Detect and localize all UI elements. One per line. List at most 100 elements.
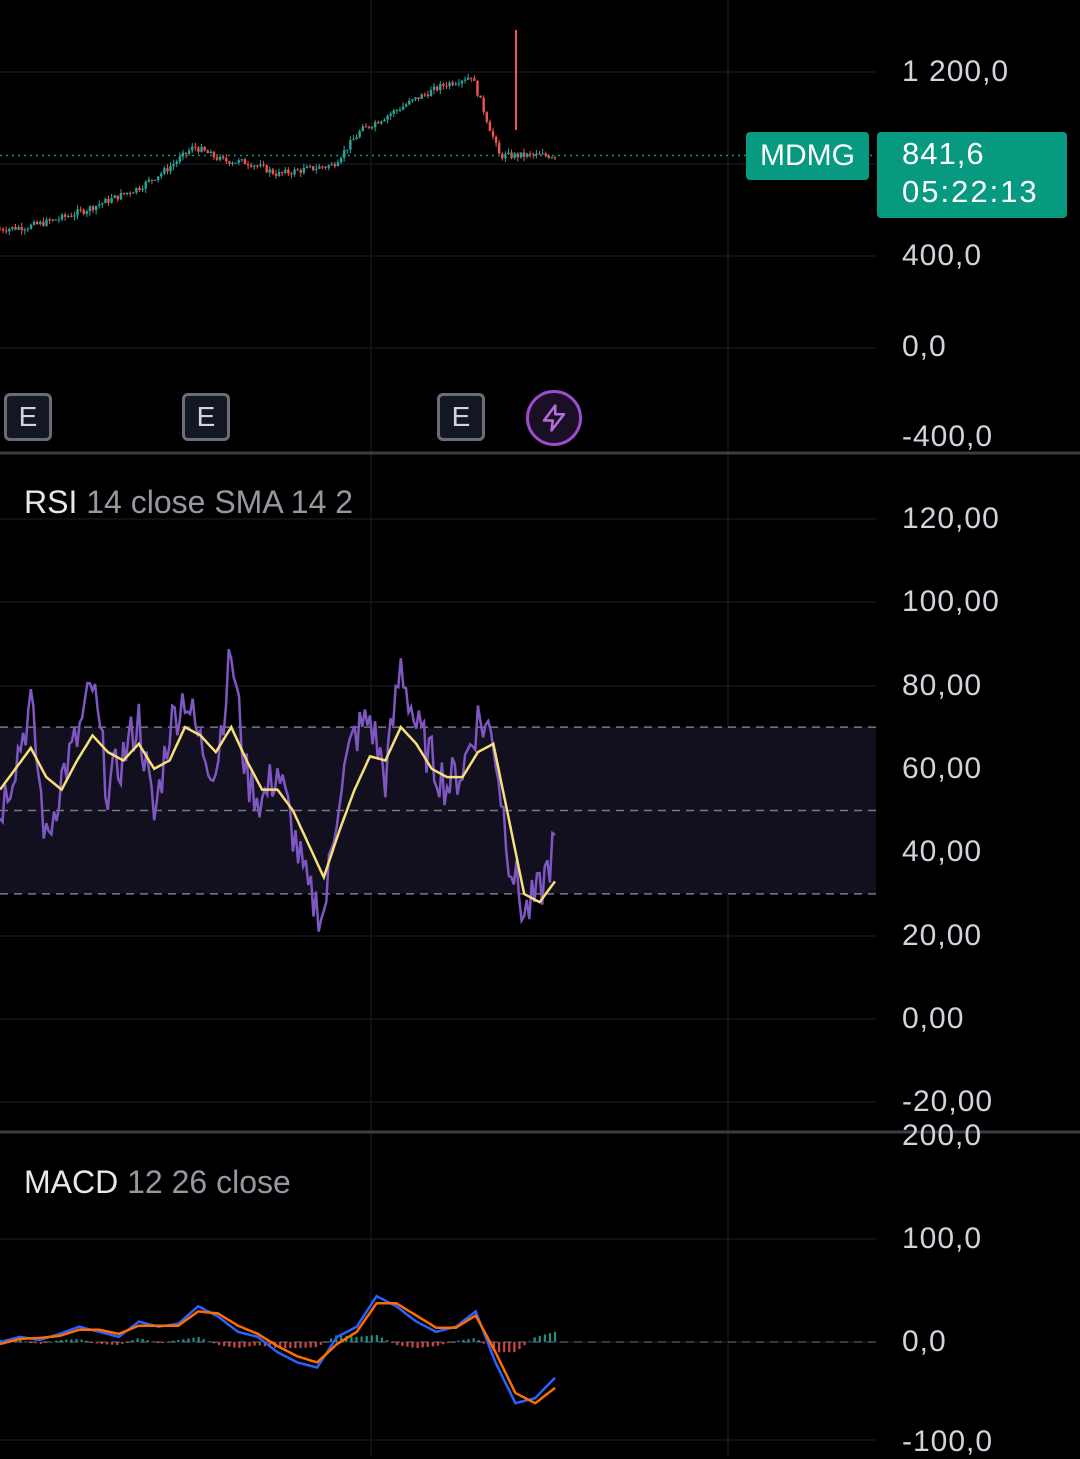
macd-histogram-bar	[172, 1340, 175, 1342]
price-axis-label: 400,0	[902, 239, 983, 272]
candle-body	[113, 195, 116, 198]
candle-body	[460, 80, 464, 84]
candle-body	[287, 169, 290, 174]
candle-body	[187, 150, 191, 154]
bolt-glyph-icon	[542, 404, 566, 432]
candle-body	[29, 224, 33, 229]
candle-body	[104, 198, 107, 204]
macd-histogram-bar	[197, 1337, 200, 1342]
candle-body	[321, 166, 324, 168]
macd-histogram-bar	[452, 1341, 455, 1343]
candle-body	[373, 122, 377, 128]
macd-histogram-bar	[29, 1342, 32, 1343]
candle-body	[377, 122, 380, 124]
macd-histogram-bar	[187, 1338, 190, 1342]
candle-body	[435, 86, 439, 91]
macd-histogram-bar	[396, 1342, 399, 1346]
macd-legend[interactable]: MACD 12 26 close	[24, 1164, 291, 1201]
macd-histogram-bar	[375, 1334, 378, 1342]
macd-histogram-bar	[401, 1342, 404, 1346]
candle-body	[1, 229, 5, 231]
macd-histogram-bar	[80, 1339, 83, 1342]
candle-body	[67, 216, 70, 218]
chart-stage[interactable]: E E E MDMG 841,6 05:22:13 1 200,0 400,0 …	[0, 0, 1080, 1458]
macd-histogram-bar	[385, 1340, 389, 1342]
macd-histogram-bar	[233, 1342, 236, 1348]
candle-body	[191, 146, 194, 151]
candle-body	[429, 89, 433, 97]
candle-body	[32, 221, 36, 225]
macd-histogram-bar	[477, 1340, 480, 1342]
candle-body	[172, 163, 175, 167]
macd-line	[0, 1294, 556, 1405]
last-price: 841,6	[902, 136, 985, 171]
candle-body	[156, 176, 160, 181]
candle-body	[333, 164, 337, 167]
candle-body	[293, 169, 296, 175]
macd-histogram-bar	[75, 1339, 78, 1342]
macd-histogram-bar	[212, 1342, 216, 1344]
candle-body	[299, 170, 302, 173]
macd-params: 12 26 close	[127, 1164, 291, 1200]
rsi-axis-label: 120,00	[902, 502, 1000, 535]
macd-histogram-bar	[70, 1339, 73, 1342]
candle-body	[23, 229, 27, 231]
candle-body	[82, 209, 85, 214]
macd-histogram-bar	[228, 1342, 231, 1347]
earnings-event-icon[interactable]: E	[182, 393, 230, 441]
macd-histogram-bar	[294, 1342, 297, 1349]
candle-body	[135, 187, 138, 193]
earnings-event-icon[interactable]: E	[4, 393, 52, 441]
bolt-icon[interactable]	[526, 390, 582, 446]
macd-axis-label: 200,0	[902, 1119, 983, 1152]
macd-histogram-bar	[329, 1338, 333, 1342]
macd-histogram-bar	[554, 1331, 557, 1342]
candle-body	[129, 192, 132, 194]
candle-body	[259, 164, 262, 166]
candle-body	[14, 226, 17, 230]
candle-body	[20, 227, 23, 231]
candle-body	[70, 216, 73, 218]
candle-body	[383, 119, 386, 122]
macd-histogram-bar	[238, 1342, 241, 1348]
candle-body	[51, 219, 54, 221]
macd-histogram-bar	[350, 1336, 353, 1342]
candle-body	[423, 94, 426, 96]
rsi-axis-label: -20,00	[902, 1085, 994, 1118]
macd-histogram-bar	[258, 1342, 261, 1346]
macd-histogram-bar	[248, 1342, 251, 1347]
candle-body	[324, 166, 327, 168]
candle-body	[491, 130, 495, 137]
candle-body	[417, 97, 420, 99]
candle-body	[144, 181, 147, 189]
earnings-event-icon[interactable]: E	[437, 393, 485, 441]
candle-body	[401, 106, 405, 110]
candle-body	[463, 79, 467, 81]
candle-body	[48, 219, 51, 221]
candle-body	[392, 110, 395, 114]
candle-body	[215, 157, 219, 160]
candle-body	[488, 121, 492, 131]
candle-body	[380, 121, 383, 124]
candle-body	[5, 230, 8, 232]
candle-body	[246, 164, 250, 166]
macd-histogram-bar	[126, 1342, 129, 1343]
candle-body	[485, 112, 488, 122]
candle-body	[8, 228, 11, 232]
candle-body	[494, 136, 498, 143]
rsi-legend[interactable]: RSI 14 close SMA 14 2	[24, 484, 353, 521]
rsi-name: RSI	[24, 484, 78, 520]
candle-body	[497, 142, 501, 154]
candle-body	[17, 227, 20, 230]
macd-histogram-bar	[151, 1341, 154, 1343]
candle-body	[395, 110, 399, 112]
candle-body	[352, 139, 355, 141]
candle-body	[88, 206, 92, 212]
macd-histogram-bar	[406, 1342, 409, 1347]
candle-body	[528, 153, 532, 155]
candle-body	[166, 168, 169, 172]
candle-body	[253, 165, 256, 167]
candle-body	[305, 166, 309, 169]
macd-histogram-bar	[365, 1335, 368, 1342]
macd-histogram-bar	[111, 1342, 114, 1345]
